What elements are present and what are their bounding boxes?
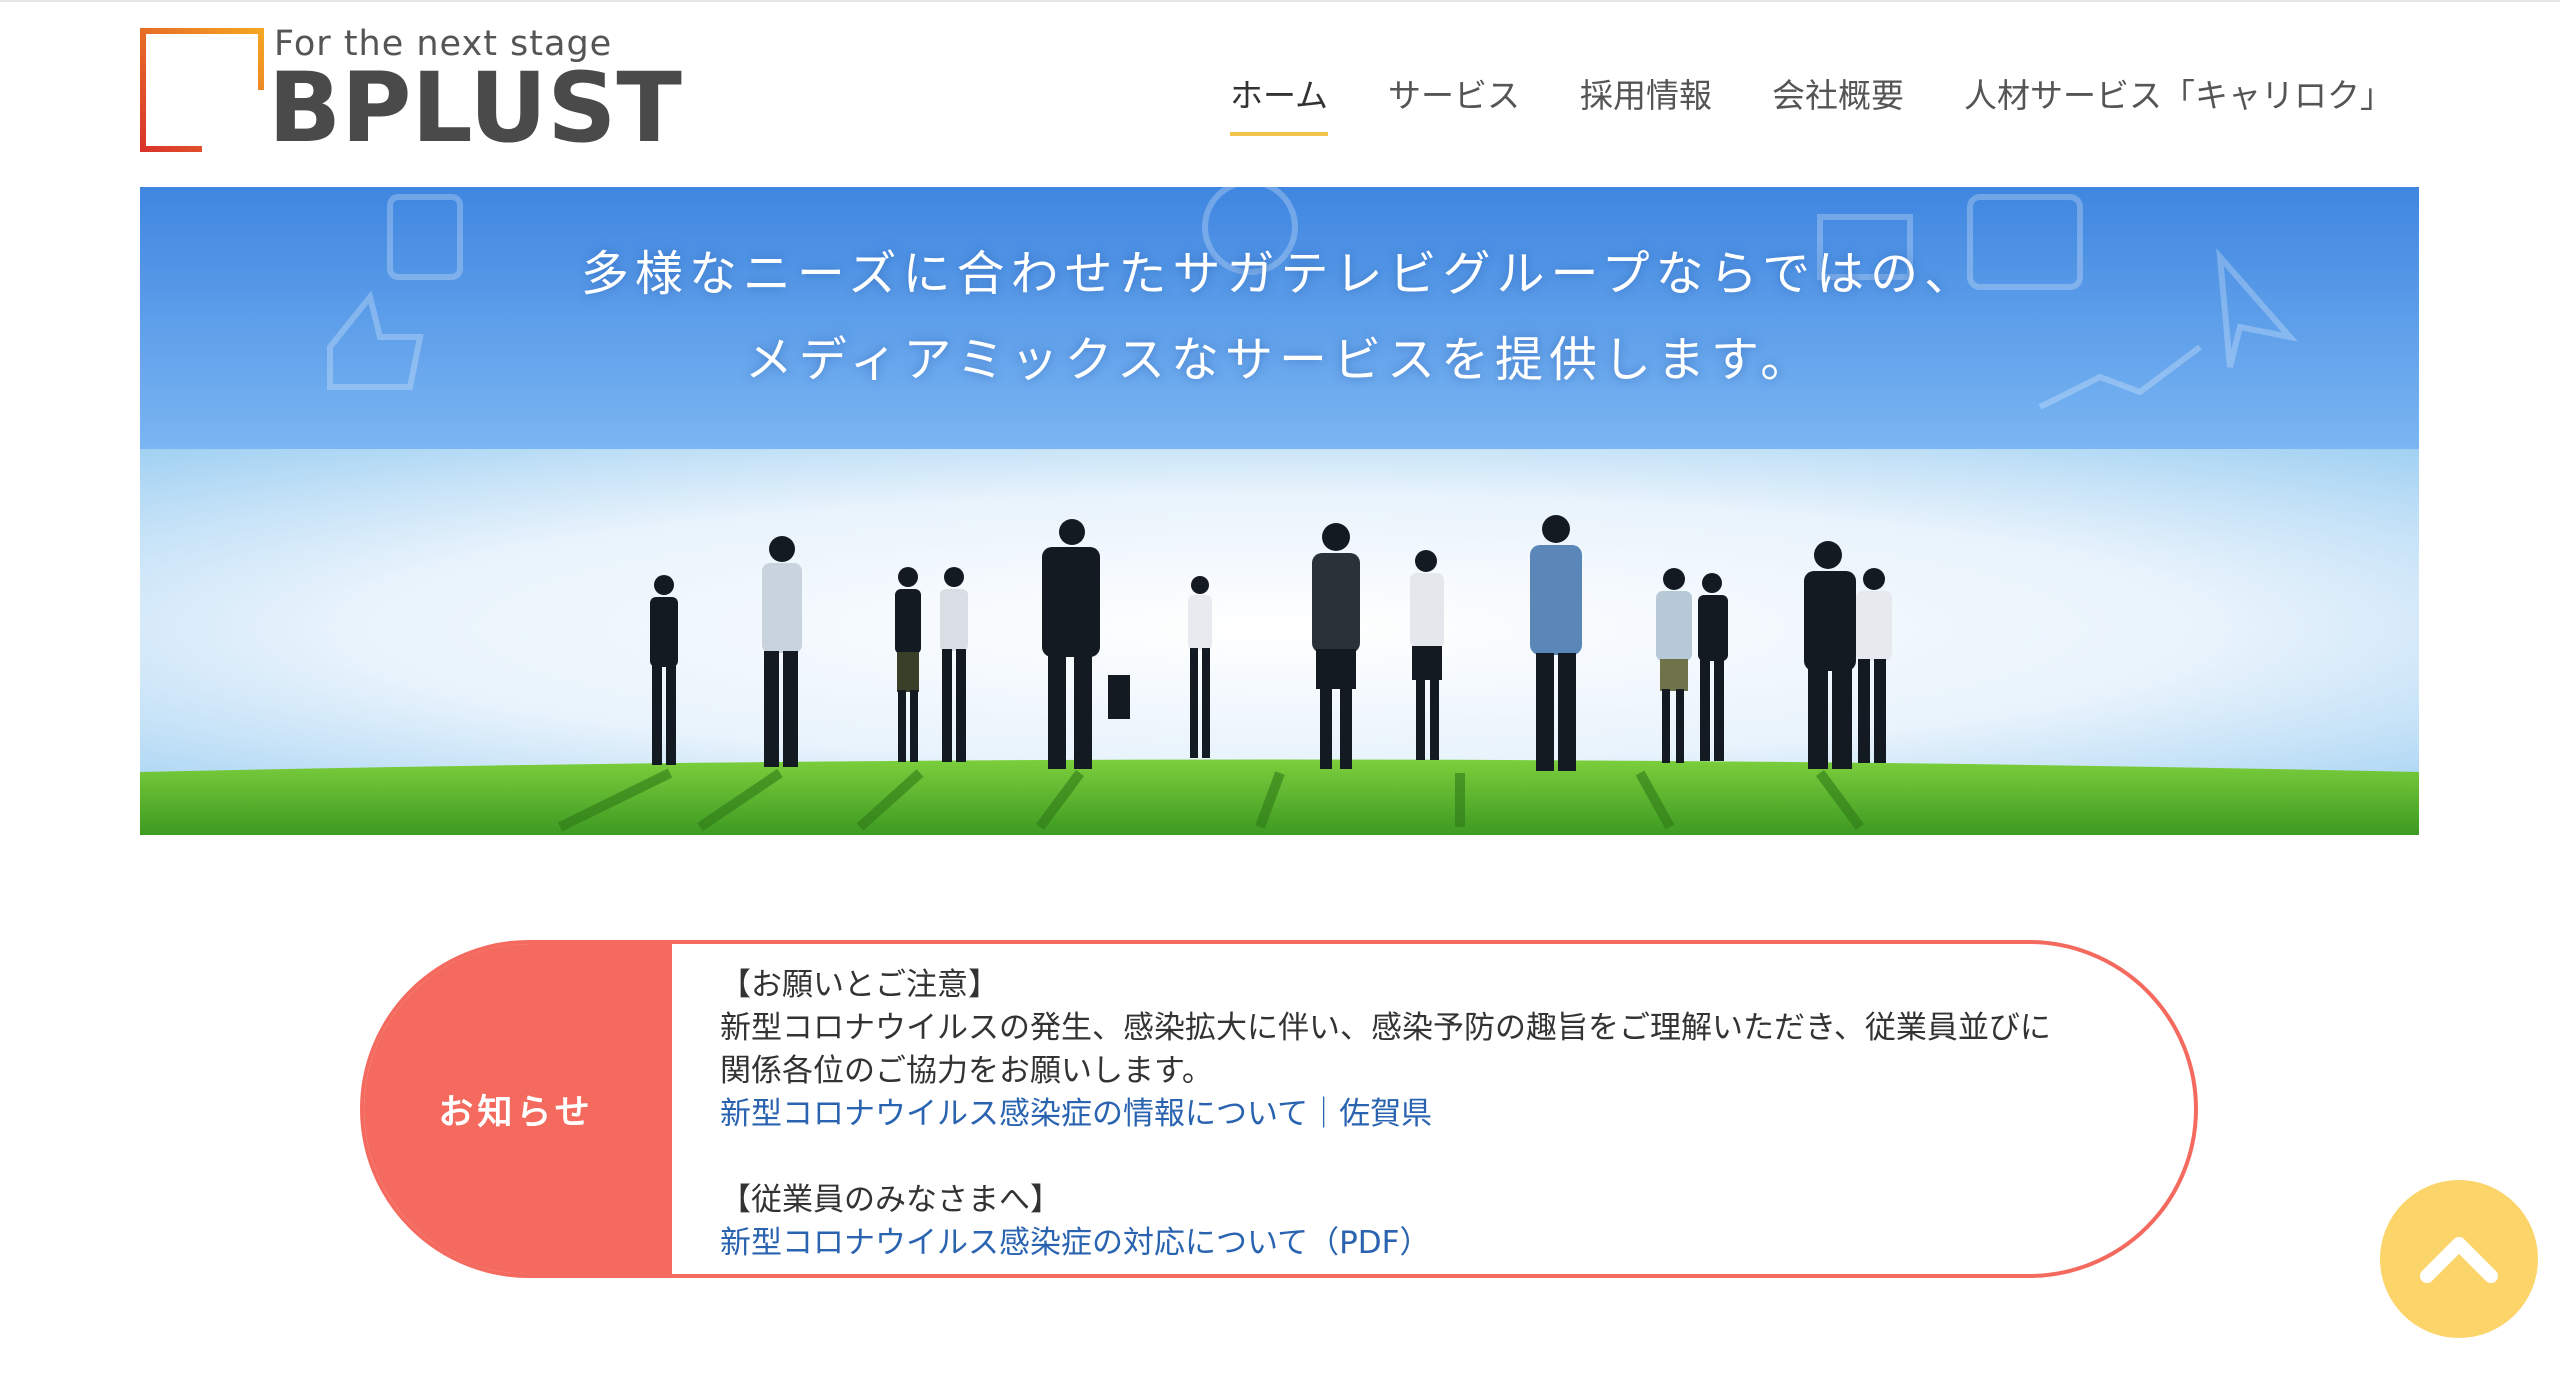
main-nav: ホーム サービス 採用情報 会社概要 人材サービス「キャリロク」: [1230, 70, 2393, 136]
nav-company[interactable]: 会社概要: [1772, 70, 1904, 130]
notice-text-1a: 新型コロナウイルスの発生、感染拡大に伴い、感染予防の趣旨をご理解いただき、従業員…: [720, 1010, 2051, 1046]
top-border: [0, 0, 2560, 2]
logo-mark-icon: [140, 28, 264, 152]
notice-box: お知らせ 【お願いとご注意】 新型コロナウイルスの発生、感染拡大に伴い、感染予防…: [360, 940, 2198, 1278]
hero-banner: 多様なニーズに合わせたサガテレビグループならではの、 メディアミックスなサービス…: [140, 187, 2419, 835]
nav-careroku[interactable]: 人材サービス「キャリロク」: [1964, 70, 2393, 130]
notice-heading-1: 【お願いとご注意】: [720, 967, 999, 1003]
hero-line-2: メディアミックスなサービスを提供します。: [744, 332, 1815, 388]
notice-heading-2: 【従業員のみなさまへ】: [720, 1182, 1061, 1218]
logo-name: BPLUST: [268, 52, 682, 164]
chevron-up-icon: [2420, 1237, 2498, 1283]
hero-caption: 多様なニーズに合わせたサガテレビグループならではの、 メディアミックスなサービス…: [140, 231, 2419, 403]
nav-recruit[interactable]: 採用情報: [1580, 70, 1712, 130]
nav-services[interactable]: サービス: [1388, 70, 1520, 130]
scroll-to-top-button[interactable]: [2380, 1180, 2538, 1338]
notice-label: お知らせ: [364, 944, 672, 1274]
notice-text-1b: 関係各位のご協力をお願いします。: [720, 1053, 1213, 1089]
site-logo[interactable]: For the next stage BPLUST: [140, 24, 682, 156]
nav-home[interactable]: ホーム: [1230, 70, 1329, 136]
notice-body: 【お願いとご注意】 新型コロナウイルスの発生、感染拡大に伴い、感染予防の趣旨をご…: [720, 964, 2160, 1265]
saga-covid-info-link[interactable]: 新型コロナウイルス感染症の情報について｜佐賀県: [720, 1093, 2160, 1136]
hero-line-1: 多様なニーズに合わせたサガテレビグループならではの、: [580, 246, 1979, 302]
covid-response-pdf-link[interactable]: 新型コロナウイルス感染症の対応について（PDF）: [720, 1222, 2160, 1265]
